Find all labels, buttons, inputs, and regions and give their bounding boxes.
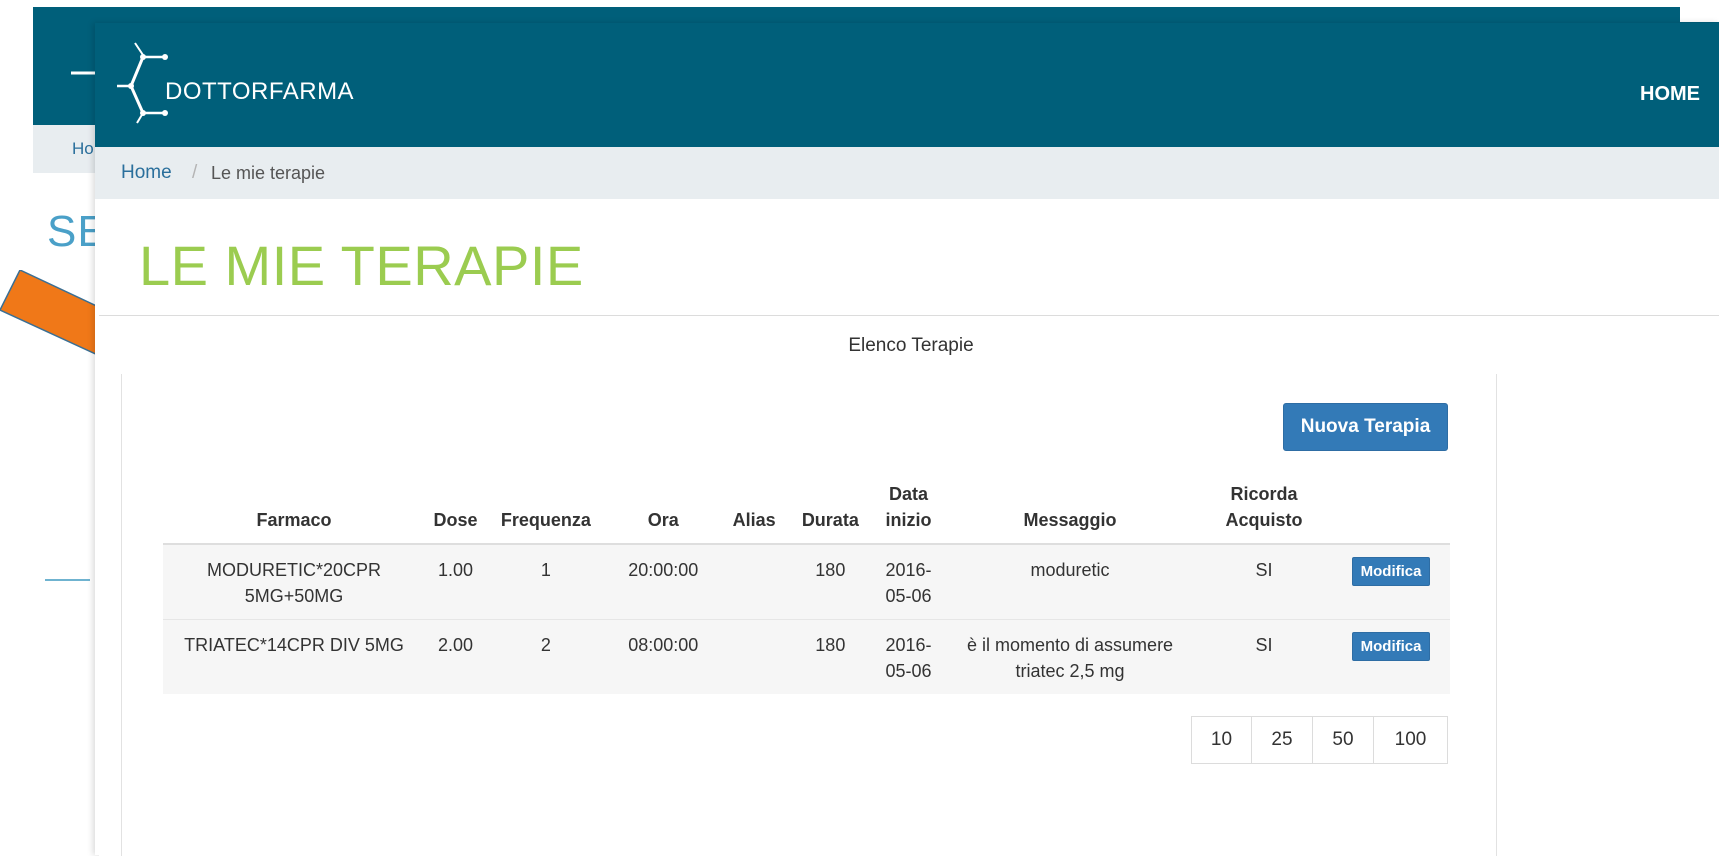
panel-heading: Elenco Terapie — [848, 335, 974, 356]
cell-durata: 180 — [787, 619, 873, 694]
col-data-inizio-line2: inizio — [885, 510, 932, 530]
cell-messaggio-line2: triatec 2,5 mg — [1015, 661, 1125, 681]
table-row: TRIATEC*14CPR DIV 5MG 2.00 2 08:00:00 18… — [163, 619, 1450, 694]
cell-data-inizio: 2016- 05-06 — [872, 619, 945, 694]
cell-frequenza: 1 — [486, 543, 606, 620]
col-ora[interactable]: Ora — [605, 475, 721, 545]
table-header-row: Farmaco Dose Frequenza Ora Alias Durata … — [163, 475, 1450, 545]
cell-ora: 08:00:00 — [605, 619, 721, 694]
col-frequenza[interactable]: Frequenza — [486, 475, 606, 545]
annotation-arrow-icon — [0, 270, 105, 358]
page-length-25[interactable]: 25 — [1251, 716, 1313, 764]
nav-home-link[interactable]: HOME — [1640, 83, 1700, 106]
col-ricorda-line2: Acquisto — [1225, 510, 1303, 530]
cell-ora: 20:00:00 — [605, 543, 721, 620]
cell-data-line1: 2016- — [885, 635, 932, 655]
cell-dose: 2.00 — [425, 619, 486, 694]
col-farmaco[interactable]: Farmaco — [163, 475, 426, 545]
col-dose[interactable]: Dose — [425, 475, 486, 545]
cell-messaggio: moduretic — [944, 543, 1196, 620]
cell-data-line2: 05-06 — [885, 586, 932, 606]
page-length-50[interactable]: 50 — [1312, 716, 1374, 764]
col-actions — [1332, 475, 1450, 545]
col-data-inizio-line1: Data — [889, 484, 929, 504]
cell-messaggio-line1: è il momento di assumere — [966, 635, 1174, 655]
cell-alias — [720, 543, 788, 620]
cell-actions: Modifica — [1332, 543, 1450, 620]
table-row: MODURETIC*20CPR 5MG+50MG 1.00 1 20:00:00 … — [163, 543, 1450, 620]
col-durata[interactable]: Durata — [787, 475, 873, 545]
cell-messaggio-line1: moduretic — [1030, 560, 1110, 580]
cell-actions: Modifica — [1332, 619, 1450, 694]
col-data-inizio[interactable]: Data inizio — [872, 475, 945, 545]
page-length-10[interactable]: 10 — [1191, 716, 1252, 764]
page-length-100[interactable]: 100 — [1373, 716, 1448, 764]
cell-messaggio: è il momento di assumere triatec 2,5 mg — [944, 619, 1196, 694]
breadcrumb-current: Le mie terapie — [211, 163, 326, 183]
cell-farmaco: MODURETIC*20CPR 5MG+50MG — [163, 543, 426, 620]
breadcrumb-separator: / — [192, 162, 198, 183]
col-ricorda-line1: Ricorda — [1230, 484, 1298, 504]
edit-button[interactable]: Modifica — [1351, 557, 1431, 586]
cell-farmaco: TRIATEC*14CPR DIV 5MG — [163, 619, 426, 694]
main-window: DOTTORFARMA HOME Home / Le mie terapie L… — [95, 23, 1719, 856]
col-alias[interactable]: Alias — [720, 475, 788, 545]
cell-data-inizio: 2016- 05-06 — [872, 543, 945, 620]
col-messaggio[interactable]: Messaggio — [944, 475, 1196, 545]
page-title: LE MIE TERAPIE — [139, 234, 584, 297]
cell-data-line1: 2016- — [885, 560, 932, 580]
therapies-table: Farmaco Dose Frequenza Ora Alias Durata … — [163, 475, 1450, 694]
cell-ricorda: SI — [1195, 619, 1333, 694]
background-breadcrumb-home[interactable]: Ho — [72, 139, 94, 159]
cell-dose: 1.00 — [425, 543, 486, 620]
breadcrumb: Home / Le mie terapie — [95, 147, 1719, 199]
edit-button[interactable]: Modifica — [1351, 632, 1431, 661]
cell-farmaco-line1: MODURETIC*20CPR — [207, 560, 382, 580]
new-therapy-button[interactable]: Nuova Terapia — [1283, 403, 1448, 451]
cell-durata: 180 — [787, 543, 873, 620]
cell-frequenza: 2 — [486, 619, 606, 694]
col-ricorda-acquisto[interactable]: Ricorda Acquisto — [1195, 475, 1333, 545]
cell-data-line2: 05-06 — [885, 661, 932, 681]
cell-farmaco-line2: 5MG+50MG — [244, 586, 344, 606]
cell-ricorda: SI — [1195, 543, 1333, 620]
cell-alias — [720, 619, 788, 694]
brand-name[interactable]: DOTTORFARMA — [165, 78, 354, 106]
window-corner — [1680, 4, 1719, 22]
page-length-selector: 10 25 50 100 — [1191, 716, 1448, 764]
breadcrumb-home-link[interactable]: Home — [121, 162, 172, 184]
background-divider — [45, 579, 90, 581]
navbar: DOTTORFARMA HOME — [95, 23, 1719, 147]
